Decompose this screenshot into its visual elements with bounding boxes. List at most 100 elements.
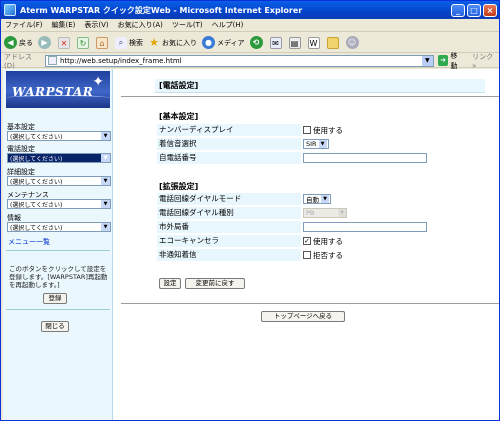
search-button[interactable]: ⌕ 検索 <box>115 36 143 49</box>
sidebar-item-label: 詳細設定 <box>7 168 35 176</box>
chevron-down-icon: ▼ <box>101 132 110 140</box>
history-icon: ⟲ <box>249 36 263 49</box>
mail-button[interactable]: ✉ <box>269 36 284 49</box>
address-url: http://web.setup/index_frame.html <box>59 56 182 65</box>
sidebar-item-label: メンテナンス <box>7 191 49 199</box>
folder-icon <box>326 36 339 49</box>
checkbox-text: 拒否する <box>313 250 343 260</box>
links-button[interactable]: リンク » <box>472 52 499 70</box>
address-input[interactable]: http://web.setup/index_frame.html ▼ <box>44 54 434 67</box>
select-value: (選択してください) <box>10 155 63 163</box>
menu-favorites[interactable]: お気に入り(A) <box>118 20 163 30</box>
edit-button[interactable]: W <box>307 36 322 49</box>
forward-button[interactable]: ▶ <box>38 36 53 49</box>
history-button[interactable]: ⟲ <box>249 36 265 49</box>
sidebar-select-advanced[interactable]: (選択してください) ▼ <box>7 176 111 186</box>
sidebar-item-label: 情報 <box>7 214 21 222</box>
checkbox-unchecked[interactable] <box>303 126 311 134</box>
row-area-code: 市外局番 <box>157 221 495 233</box>
extended-section-title: [拡張設定] <box>159 182 199 191</box>
select-value: 自動 <box>306 196 319 204</box>
media-button[interactable]: ● メディア <box>202 36 245 49</box>
menu-tools[interactable]: ツール(T) <box>172 20 203 30</box>
close-page-button[interactable]: 閉じる <box>41 321 69 332</box>
forward-arrow-icon: ▶ <box>38 36 51 49</box>
messenger-button[interactable]: ☺ <box>345 36 361 49</box>
sidebar-divider <box>6 309 110 310</box>
ie-app-icon <box>4 4 16 16</box>
chevron-down-icon: ▼ <box>101 177 110 185</box>
menu-view[interactable]: 表示(V) <box>84 20 108 30</box>
minimize-button[interactable]: _ <box>451 3 465 17</box>
go-button[interactable]: ➜ 移動 <box>437 51 464 71</box>
revert-button[interactable]: 変更前に戻す <box>185 278 245 289</box>
checkbox-checked[interactable]: ✓ <box>303 237 311 245</box>
menu-edit[interactable]: 編集(E) <box>52 20 76 30</box>
field-label: 非通知着信 <box>157 249 301 261</box>
sidebar-select-basic[interactable]: (選択してください) ▼ <box>7 131 111 141</box>
folder-button[interactable] <box>326 36 341 49</box>
close-window-button[interactable]: × <box>483 3 497 17</box>
dial-mode-select[interactable]: 自動 ▼ <box>303 194 331 204</box>
select-value: (選択してください) <box>10 133 63 141</box>
number-display-checkbox[interactable]: 使用する <box>301 124 495 136</box>
top-page-button[interactable]: トップページへ戻る <box>261 311 345 322</box>
field-label: ナンバーディスプレイ <box>157 124 301 136</box>
row-ringtone: 着信音選択 SIR ▼ <box>157 138 495 150</box>
sidebar-item-label: 基本設定 <box>7 123 35 131</box>
menu-help[interactable]: ヘルプ(H) <box>212 20 244 30</box>
field-label: エコーキャンセラ <box>157 235 301 247</box>
own-number-input[interactable] <box>303 153 427 163</box>
logo-text: WARPSTAR <box>12 85 94 99</box>
menu-list-link[interactable]: メニュー一覧 <box>8 237 50 247</box>
home-icon: ⌂ <box>96 36 108 49</box>
back-button[interactable]: ◀ 戻る <box>4 36 33 49</box>
basic-section-title: [基本設定] <box>159 112 199 121</box>
home-button[interactable]: ⌂ <box>96 36 110 49</box>
title-bar[interactable]: Aterm WARPSTAR クイック設定Web - Microsoft Int… <box>1 1 499 19</box>
chevron-down-icon: ▼ <box>101 200 110 208</box>
browser-window: Aterm WARPSTAR クイック設定Web - Microsoft Int… <box>0 0 500 421</box>
register-note: このボタンをクリックして設定を登録します。[WARPSTAR]再起動を再起動しま… <box>9 265 108 289</box>
media-globe-icon: ● <box>202 36 215 49</box>
sidebar-select-phone[interactable]: (選択してください) ▼ <box>7 153 111 163</box>
print-button[interactable]: ▤ <box>288 36 303 49</box>
checkbox-unchecked[interactable] <box>303 251 311 259</box>
maximize-button[interactable]: □ <box>467 3 481 17</box>
sidebar-item-info: 情報 (選択してください) ▼ <box>7 214 111 232</box>
chevron-down-icon: ▼ <box>318 140 327 148</box>
set-button[interactable]: 設定 <box>159 278 181 289</box>
echo-canceller-checkbox[interactable]: ✓ 使用する <box>301 235 495 247</box>
sidebar-item-maintenance: メンテナンス (選択してください) ▼ <box>7 191 111 209</box>
printer-icon: ▤ <box>288 36 301 49</box>
stop-button[interactable]: ✕ <box>58 36 72 49</box>
row-own-number: 自電話番号 <box>157 152 495 164</box>
row-anonymous-call: 非通知着信 拒否する <box>157 249 495 261</box>
select-value: (選択してください) <box>10 178 63 186</box>
browser-toolbar: ◀ 戻る ▶ ✕ ↻ ⌂ ⌕ 検索 ★ お気に入り ● メディア ⟲ ✉ ▤ W… <box>1 33 499 53</box>
footer-divider <box>121 303 499 304</box>
favorites-button[interactable]: ★ お気に入り <box>148 36 197 49</box>
search-icon: ⌕ <box>115 36 127 49</box>
back-label: 戻る <box>19 38 33 47</box>
refresh-button[interactable]: ↻ <box>77 36 91 49</box>
address-bar: アドレス(D) http://web.setup/index_frame.htm… <box>1 51 499 71</box>
select-value: (選択してください) <box>10 224 63 232</box>
row-dial-type: 電話回線ダイヤル種別 PB ▼ <box>157 207 495 219</box>
chevron-down-icon: ▼ <box>101 154 110 162</box>
sidebar-select-maintenance[interactable]: (選択してください) ▼ <box>7 199 111 209</box>
address-dropdown-icon[interactable]: ▼ <box>421 55 433 66</box>
anonymous-call-checkbox[interactable]: 拒否する <box>301 249 495 261</box>
sidebar-select-info[interactable]: (選択してください) ▼ <box>7 222 111 232</box>
chevron-down-icon: ▼ <box>321 195 329 203</box>
menu-file[interactable]: ファイル(F) <box>5 20 43 30</box>
area-code-input[interactable] <box>303 222 427 232</box>
row-dial-mode: 電話回線ダイヤルモード 自動 ▼ <box>157 193 495 205</box>
sidebar-item-advanced: 詳細設定 (選択してください) ▼ <box>7 168 111 186</box>
refresh-icon: ↻ <box>77 36 89 49</box>
dial-type-select: PB ▼ <box>303 208 347 218</box>
sidebar-divider <box>6 250 110 251</box>
ringtone-select[interactable]: SIR ▼ <box>303 139 329 149</box>
search-label: 検索 <box>129 38 143 47</box>
register-button[interactable]: 登録 <box>43 293 67 304</box>
